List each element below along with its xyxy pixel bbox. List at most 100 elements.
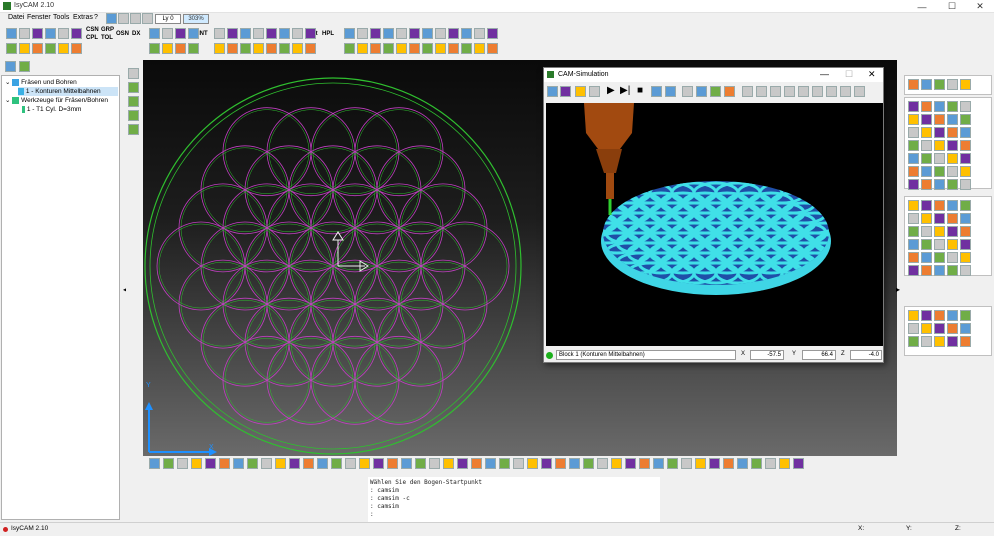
toolbox-icon[interactable] bbox=[960, 179, 971, 190]
toolbox-icon[interactable] bbox=[908, 239, 919, 250]
toolbox-icon[interactable] bbox=[934, 336, 945, 347]
toolbox-icon[interactable] bbox=[921, 323, 932, 334]
cam-toolbar-icon[interactable] bbox=[485, 458, 496, 469]
toolbar-button-icon[interactable] bbox=[214, 28, 225, 39]
toolbox-icon[interactable] bbox=[947, 140, 958, 151]
cam-toolbar-icon[interactable] bbox=[583, 458, 594, 469]
toolbar-button-icon[interactable] bbox=[487, 28, 498, 39]
toolbox-icon[interactable] bbox=[908, 310, 919, 321]
toolbar-button-icon[interactable] bbox=[435, 43, 446, 54]
toolbox-icon[interactable] bbox=[908, 323, 919, 334]
toolbar-button-icon[interactable] bbox=[474, 43, 485, 54]
hpl-label[interactable]: HPL bbox=[322, 31, 334, 37]
toolbox-icon[interactable] bbox=[960, 310, 971, 321]
toolbar-button-icon[interactable] bbox=[409, 43, 420, 54]
tool-view-icon[interactable] bbox=[651, 86, 662, 97]
toolbox-icon[interactable] bbox=[947, 200, 958, 211]
menu-datei[interactable]: Datei bbox=[8, 14, 24, 21]
toolbox-icon[interactable] bbox=[921, 127, 932, 138]
cam-toolbar-icon[interactable] bbox=[443, 458, 454, 469]
toolbox-icon[interactable] bbox=[947, 101, 958, 112]
toolbar-button-icon[interactable] bbox=[448, 28, 459, 39]
toolbar-button-icon[interactable] bbox=[45, 43, 56, 54]
layer-select[interactable]: Ly 0 bbox=[155, 14, 181, 24]
cam-toolbar-icon[interactable] bbox=[345, 458, 356, 469]
zoom-in-icon[interactable] bbox=[770, 86, 781, 97]
toolbox-icon[interactable] bbox=[921, 265, 932, 276]
csn-label[interactable]: CSN bbox=[86, 27, 99, 33]
toolbar-button-icon[interactable] bbox=[357, 28, 368, 39]
toolbox-icon[interactable] bbox=[921, 114, 932, 125]
toolbox-icon[interactable] bbox=[908, 252, 919, 263]
int-label[interactable]: INT bbox=[198, 31, 208, 37]
toolbar-button-icon[interactable] bbox=[461, 28, 472, 39]
toolbox-icon[interactable] bbox=[908, 213, 919, 224]
toolbox-icon[interactable] bbox=[921, 79, 932, 90]
toolbox-icon[interactable] bbox=[960, 200, 971, 211]
right-collapse-arrow-icon[interactable]: ▸ bbox=[896, 285, 900, 294]
toolbox-icon[interactable] bbox=[947, 166, 958, 177]
cam-toolbar-icon[interactable] bbox=[471, 458, 482, 469]
close-button[interactable]: ✕ bbox=[966, 0, 994, 13]
toolbox-icon[interactable] bbox=[960, 323, 971, 334]
toolbar-button-icon[interactable] bbox=[422, 28, 433, 39]
toolbox-icon[interactable] bbox=[908, 79, 919, 90]
toolbar-button-icon[interactable] bbox=[253, 43, 264, 54]
toolbox-icon[interactable] bbox=[947, 336, 958, 347]
cam-toolbar-icon[interactable] bbox=[555, 458, 566, 469]
toolbox-icon[interactable] bbox=[947, 114, 958, 125]
maximize-button[interactable]: ☐ bbox=[938, 0, 966, 13]
cam-toolbar-icon[interactable] bbox=[695, 458, 706, 469]
toolbox-icon[interactable] bbox=[934, 226, 945, 237]
cam-toolbar-icon[interactable] bbox=[359, 458, 370, 469]
toolbox-icon[interactable] bbox=[960, 114, 971, 125]
toolbox-icon[interactable] bbox=[921, 226, 932, 237]
toolbar-button-icon[interactable] bbox=[487, 43, 498, 54]
toolbar-button-icon[interactable] bbox=[370, 43, 381, 54]
toolbar-button-icon[interactable] bbox=[45, 28, 56, 39]
cam-toolbar-icon[interactable] bbox=[737, 458, 748, 469]
toolbar-button-icon[interactable] bbox=[409, 28, 420, 39]
toolbox-icon[interactable] bbox=[960, 226, 971, 237]
toolbox-icon[interactable] bbox=[934, 114, 945, 125]
toolbox-icon[interactable] bbox=[934, 239, 945, 250]
toolbar-button-icon[interactable] bbox=[32, 28, 43, 39]
toolbox-icon[interactable] bbox=[934, 79, 945, 90]
play-icon[interactable]: ▶ bbox=[607, 85, 615, 96]
toolbox-icon[interactable] bbox=[921, 310, 932, 321]
toolbox-icon[interactable] bbox=[921, 239, 932, 250]
toolbox-icon[interactable] bbox=[908, 336, 919, 347]
toolbar-button-icon[interactable] bbox=[162, 43, 173, 54]
cam-toolbar-icon[interactable] bbox=[681, 458, 692, 469]
cam-toolbar-icon[interactable] bbox=[261, 458, 272, 469]
tree-tool-icon[interactable] bbox=[19, 61, 30, 72]
toolbar-button-icon[interactable] bbox=[188, 28, 199, 39]
zoom-window-icon[interactable] bbox=[756, 86, 767, 97]
toolbar-button-icon[interactable] bbox=[6, 43, 17, 54]
cube-front-icon[interactable] bbox=[128, 82, 139, 93]
toolbar-button-icon[interactable] bbox=[344, 28, 355, 39]
toolbar-button-icon[interactable] bbox=[227, 43, 238, 54]
toolbox-icon[interactable] bbox=[934, 323, 945, 334]
cam-toolbar-icon[interactable] bbox=[163, 458, 174, 469]
menu-extras[interactable]: Extras bbox=[73, 14, 93, 21]
cam-toolbar-icon[interactable] bbox=[709, 458, 720, 469]
toolbar-button-icon[interactable] bbox=[292, 28, 303, 39]
cpl-label[interactable]: CPL bbox=[86, 35, 98, 41]
toolbox-icon[interactable] bbox=[947, 127, 958, 138]
toolbox-icon[interactable] bbox=[947, 213, 958, 224]
toolbar-button-icon[interactable] bbox=[227, 28, 238, 39]
toolbox-icon[interactable] bbox=[908, 166, 919, 177]
toolbox-icon[interactable] bbox=[960, 79, 971, 90]
toolbar-button-icon[interactable] bbox=[214, 43, 225, 54]
cam-toolbar-icon[interactable] bbox=[177, 458, 188, 469]
toolbox-icon[interactable] bbox=[947, 179, 958, 190]
cube-green-icon[interactable] bbox=[710, 86, 721, 97]
toolbox-icon[interactable] bbox=[947, 79, 958, 90]
cam-toolbar-icon[interactable] bbox=[457, 458, 468, 469]
color-icon[interactable] bbox=[724, 86, 735, 97]
cam-toolbar-icon[interactable] bbox=[289, 458, 300, 469]
sim-settings-icon[interactable] bbox=[547, 86, 558, 97]
cam-toolbar-icon[interactable] bbox=[541, 458, 552, 469]
toolbox-icon[interactable] bbox=[934, 310, 945, 321]
